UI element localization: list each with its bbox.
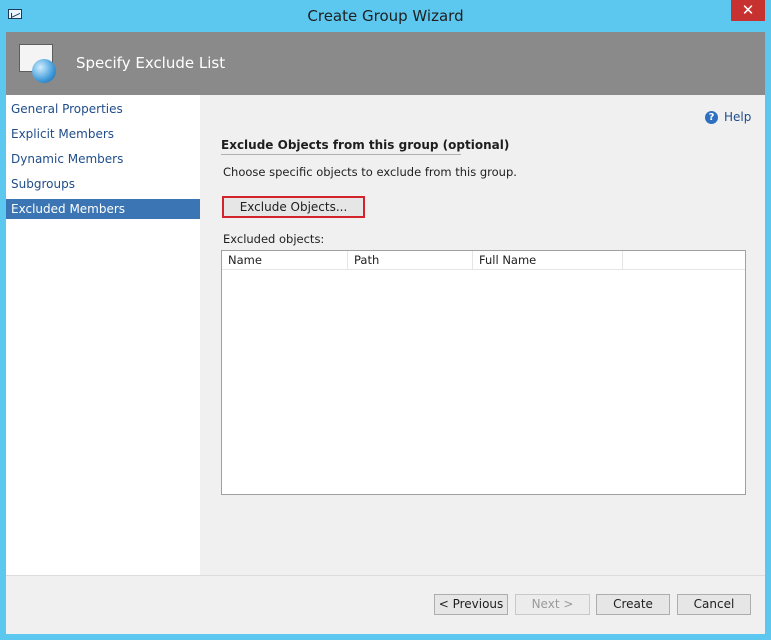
title-bar[interactable]: Create Group Wizard ✕: [0, 0, 771, 32]
close-button[interactable]: ✕: [731, 0, 765, 21]
nav-item-excluded-members[interactable]: Excluded Members: [6, 199, 200, 219]
section-divider: [221, 154, 461, 155]
column-header-full-name[interactable]: Full Name: [473, 251, 623, 269]
nav-item-dynamic-members[interactable]: Dynamic Members: [6, 149, 200, 169]
cancel-button[interactable]: Cancel: [677, 594, 751, 615]
wizard-body: Specify Exclude List General Properties …: [6, 32, 765, 634]
help-icon: ?: [705, 111, 718, 124]
exclude-objects-button[interactable]: Exclude Objects...: [222, 196, 365, 218]
wizard-window: Create Group Wizard ✕ Specify Exclude Li…: [0, 0, 771, 640]
excluded-objects-label: Excluded objects:: [223, 232, 325, 246]
help-label: Help: [724, 110, 752, 124]
nav-item-explicit-members[interactable]: Explicit Members: [6, 124, 200, 144]
wizard-header: Specify Exclude List: [6, 32, 765, 95]
page-title: Specify Exclude List: [76, 54, 226, 72]
help-link[interactable]: ? Help: [705, 110, 751, 124]
excluded-objects-list[interactable]: Name Path Full Name: [221, 250, 746, 495]
wizard-navigation: General Properties Explicit Members Dyna…: [6, 95, 200, 575]
create-button[interactable]: Create: [596, 594, 670, 615]
column-header-name[interactable]: Name: [222, 251, 348, 269]
list-header: Name Path Full Name: [222, 251, 745, 270]
previous-button[interactable]: < Previous: [434, 594, 508, 615]
next-button[interactable]: Next >: [515, 594, 590, 615]
nav-item-subgroups[interactable]: Subgroups: [6, 174, 200, 194]
column-header-path[interactable]: Path: [348, 251, 473, 269]
section-description: Choose specific objects to exclude from …: [223, 165, 517, 179]
window-title: Create Group Wizard: [307, 7, 464, 25]
section-title: Exclude Objects from this group (optiona…: [221, 138, 510, 152]
content-panel: ? Help Exclude Objects from this group (o…: [200, 95, 765, 575]
globe-icon: [32, 59, 56, 83]
nav-item-general-properties[interactable]: General Properties: [6, 99, 200, 119]
wizard-footer: < Previous Next > Create Cancel: [6, 575, 765, 634]
